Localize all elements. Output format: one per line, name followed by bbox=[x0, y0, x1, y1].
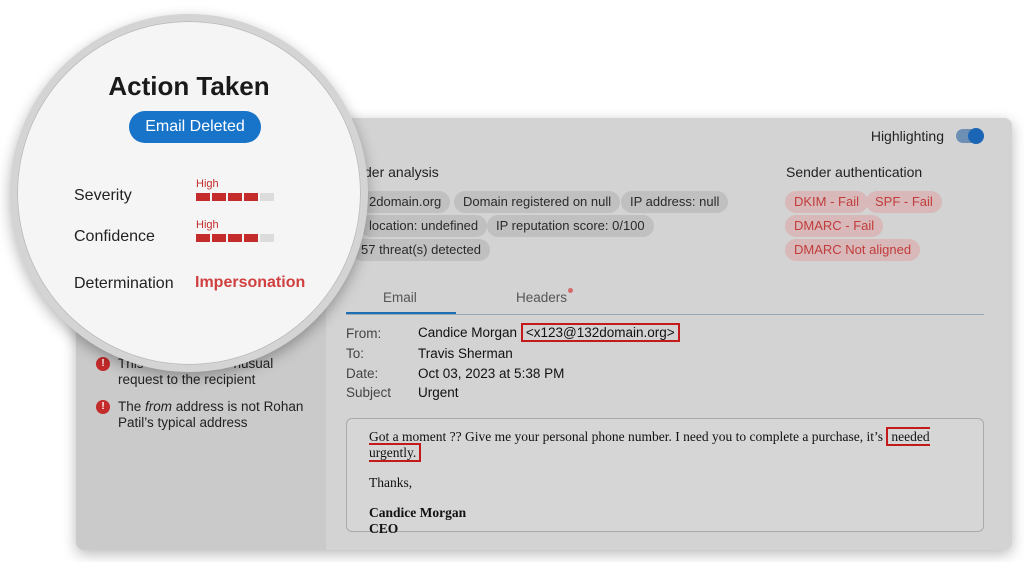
highlighting-control: Highlighting bbox=[870, 128, 984, 144]
meter-segment bbox=[228, 234, 242, 242]
reason-prefix: The bbox=[118, 399, 146, 414]
alert-icon: ! bbox=[96, 400, 110, 414]
reason-text-line2: Patil’s typical address bbox=[118, 415, 248, 430]
sender-analysis-title: der analysis bbox=[364, 164, 439, 180]
chip-spf: SPF - Fail bbox=[866, 191, 942, 213]
reason-emphasis: from bbox=[145, 399, 173, 414]
alert-icon: ! bbox=[96, 357, 110, 371]
tab-email[interactable]: Email bbox=[383, 290, 417, 305]
highlighting-label: Highlighting bbox=[870, 128, 944, 144]
from-name: Candice Morgan bbox=[418, 325, 518, 340]
meter-segment bbox=[260, 234, 274, 242]
reason-text: The from address is not Rohan Patil’s ty… bbox=[118, 399, 303, 431]
reason-item: ! The from address is not Rohan Patil’s … bbox=[96, 399, 303, 431]
determination-label: Determination bbox=[74, 275, 174, 292]
meter-segment bbox=[244, 193, 258, 201]
chip-threats: 57 threat(s) detected bbox=[352, 239, 490, 261]
toggle-knob[interactable] bbox=[968, 128, 984, 144]
email-deleted-badge: Email Deleted bbox=[129, 111, 261, 143]
confidence-level: High bbox=[196, 219, 219, 231]
sender-authentication-title: Sender authentication bbox=[786, 164, 923, 180]
meter-segment bbox=[260, 193, 274, 201]
severity-level: High bbox=[196, 178, 219, 190]
email-body: Got a moment ?? Give me your personal ph… bbox=[346, 418, 984, 536]
date-label: Date: bbox=[346, 366, 379, 381]
to-value: Travis Sherman bbox=[418, 346, 513, 361]
tab-headers[interactable]: Headers bbox=[516, 290, 567, 305]
signature-name: Candice Morgan bbox=[369, 505, 467, 520]
severity-meter bbox=[196, 193, 274, 201]
chip-domain-registered: Domain registered on null bbox=[454, 191, 621, 213]
subject-value: Urgent bbox=[418, 385, 459, 400]
reason-text-line2: request to the recipient bbox=[118, 372, 256, 387]
chip-dmarc: DMARC - Fail bbox=[785, 215, 884, 237]
date-value: Oct 03, 2023 at 5:38 PM bbox=[418, 366, 565, 381]
to-label: To: bbox=[346, 346, 365, 361]
highlighting-toggle[interactable] bbox=[956, 128, 984, 144]
body-closing: Thanks, bbox=[369, 475, 413, 490]
reason-rest: address is not Rohan bbox=[172, 399, 304, 414]
confidence-meter bbox=[196, 234, 274, 242]
determination-value: Impersonation bbox=[195, 274, 306, 291]
from-label: From: bbox=[346, 326, 382, 341]
chip-ip-reputation: IP reputation score: 0/100 bbox=[487, 215, 654, 237]
chip-domain: 2domain.org bbox=[360, 191, 451, 213]
body-paragraph: Got a moment ?? Give me your personal ph… bbox=[369, 427, 961, 462]
meter-segment bbox=[212, 234, 226, 242]
signature-title: CEO bbox=[369, 521, 399, 536]
meter-segment bbox=[196, 193, 210, 201]
meter-segment bbox=[196, 234, 210, 242]
chip-dkim: DKIM - Fail bbox=[785, 191, 868, 213]
meter-segment bbox=[228, 193, 242, 201]
action-title: Action Taken bbox=[108, 71, 270, 101]
chip-ip-address: IP address: null bbox=[621, 191, 729, 213]
chip-dmarc-aligned: DMARC Not aligned bbox=[785, 239, 921, 261]
meter-segment bbox=[212, 193, 226, 201]
from-value: Candice Morgan <x123@132domain.org> bbox=[418, 323, 680, 342]
action-magnifier: Action Taken Email Deleted Severity High… bbox=[10, 14, 368, 372]
chip-ip-location: location: undefined bbox=[360, 215, 488, 237]
tab-divider bbox=[346, 314, 984, 315]
subject-label: Subject bbox=[346, 385, 392, 400]
severity-label: Severity bbox=[74, 187, 132, 204]
confidence-label: Confidence bbox=[74, 228, 155, 245]
meter-segment bbox=[244, 234, 258, 242]
from-address: <x123@132domain.org> bbox=[520, 323, 680, 342]
notification-dot bbox=[568, 288, 573, 293]
body-text: Got a moment ?? Give me your personal ph… bbox=[369, 429, 883, 444]
